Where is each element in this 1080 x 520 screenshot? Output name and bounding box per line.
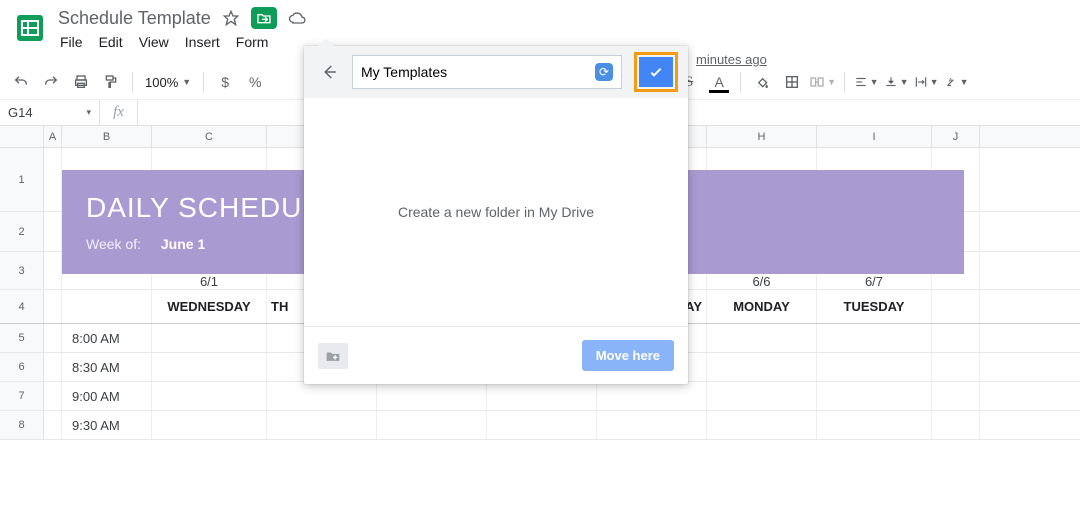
chevron-down-icon: ▼ bbox=[182, 77, 191, 87]
row-header[interactable]: 8 bbox=[0, 411, 44, 439]
sheets-logo bbox=[10, 8, 50, 48]
menu-edit[interactable]: Edit bbox=[99, 34, 123, 50]
confirm-folder-button[interactable] bbox=[639, 57, 673, 87]
time-cell[interactable]: 8:30 AM bbox=[62, 353, 152, 381]
text-rotation-button[interactable]: A▼ bbox=[943, 69, 969, 95]
confirm-highlight bbox=[634, 52, 678, 92]
name-box[interactable]: G14 ▾ bbox=[0, 100, 100, 125]
cloud-saved-icon[interactable] bbox=[287, 8, 307, 28]
popover-body-text: Create a new folder in My Drive bbox=[304, 98, 688, 326]
col-header[interactable]: A bbox=[44, 126, 62, 147]
format-percent-button[interactable]: % bbox=[242, 69, 268, 95]
chevron-down-icon: ▾ bbox=[86, 107, 91, 118]
text-color-button[interactable]: A bbox=[706, 69, 732, 95]
move-to-folder-button[interactable] bbox=[251, 7, 277, 29]
chevron-down-icon: ▼ bbox=[827, 77, 836, 87]
zoom-value: 100% bbox=[145, 75, 178, 90]
row-header[interactable]: 3 bbox=[0, 252, 44, 289]
day-cell[interactable]: WEDNESDAY bbox=[152, 290, 267, 323]
popover-footer: Move here bbox=[304, 326, 688, 384]
row-header[interactable]: 2 bbox=[0, 212, 44, 251]
move-here-button[interactable]: Move here bbox=[582, 340, 674, 371]
menu-insert[interactable]: Insert bbox=[185, 34, 220, 50]
day-cell[interactable]: MONDAY bbox=[707, 290, 817, 323]
col-header[interactable]: C bbox=[152, 126, 267, 147]
menu-view[interactable]: View bbox=[139, 34, 169, 50]
last-edit-link[interactable]: minutes ago bbox=[696, 52, 767, 67]
zoom-select[interactable]: 100% ▼ bbox=[141, 75, 195, 90]
format-currency-button[interactable]: $ bbox=[212, 69, 238, 95]
banner-week-value: June 1 bbox=[161, 236, 205, 252]
chevron-down-icon: ▼ bbox=[900, 77, 909, 87]
svg-text:A: A bbox=[948, 78, 952, 84]
text-wrap-button[interactable]: ▼ bbox=[913, 69, 939, 95]
toolbar-separator bbox=[132, 72, 133, 92]
toolbar-separator bbox=[844, 72, 845, 92]
menu-file[interactable]: File bbox=[60, 34, 83, 50]
move-file-popover: ⟳ Create a new folder in My Drive Move h… bbox=[304, 46, 688, 384]
new-folder-button[interactable] bbox=[318, 343, 348, 369]
back-button[interactable] bbox=[314, 57, 344, 87]
menu-format[interactable]: Form bbox=[236, 34, 269, 50]
col-header[interactable]: B bbox=[62, 126, 152, 147]
borders-button[interactable] bbox=[779, 69, 805, 95]
col-header[interactable]: J bbox=[932, 126, 980, 147]
sync-badge-icon: ⟳ bbox=[595, 63, 613, 81]
chevron-down-icon: ▼ bbox=[930, 77, 939, 87]
undo-button[interactable] bbox=[8, 69, 34, 95]
time-cell[interactable]: 8:00 AM bbox=[62, 324, 152, 352]
row-header[interactable]: 7 bbox=[0, 382, 44, 410]
redo-button[interactable] bbox=[38, 69, 64, 95]
chevron-down-icon: ▼ bbox=[960, 77, 969, 87]
title-block: Schedule Template File Edit View Insert … bbox=[58, 6, 307, 50]
horizontal-align-button[interactable]: ▼ bbox=[853, 69, 879, 95]
toolbar-separator bbox=[203, 72, 204, 92]
vertical-align-button[interactable]: ▼ bbox=[883, 69, 909, 95]
star-icon[interactable] bbox=[221, 8, 241, 28]
day-cell[interactable]: TUESDAY bbox=[817, 290, 932, 323]
paint-format-button[interactable] bbox=[98, 69, 124, 95]
col-header[interactable]: I bbox=[817, 126, 932, 147]
toolbar-separator bbox=[740, 72, 741, 92]
name-box-value: G14 bbox=[8, 105, 33, 120]
popover-header: ⟳ bbox=[304, 46, 688, 98]
row-header[interactable]: 6 bbox=[0, 353, 44, 381]
doc-title[interactable]: Schedule Template bbox=[58, 8, 211, 29]
folder-name-input-wrap: ⟳ bbox=[352, 55, 622, 89]
time-cell[interactable]: 9:30 AM bbox=[62, 411, 152, 439]
print-button[interactable] bbox=[68, 69, 94, 95]
row-header[interactable]: 4 bbox=[0, 290, 44, 323]
folder-name-input[interactable] bbox=[361, 64, 595, 80]
row-header[interactable]: 1 bbox=[0, 148, 44, 211]
fill-color-button[interactable] bbox=[749, 69, 775, 95]
row-header[interactable]: 5 bbox=[0, 324, 44, 352]
menu-bar: File Edit View Insert Form bbox=[58, 34, 307, 50]
time-cell[interactable]: 9:00 AM bbox=[62, 382, 152, 410]
col-header[interactable]: H bbox=[707, 126, 817, 147]
banner-week-label: Week of: bbox=[86, 236, 141, 252]
chevron-down-icon: ▼ bbox=[870, 77, 879, 87]
select-all-corner[interactable] bbox=[0, 126, 44, 147]
merge-cells-button[interactable]: ▼ bbox=[809, 69, 836, 95]
fx-icon: fx bbox=[100, 100, 138, 125]
